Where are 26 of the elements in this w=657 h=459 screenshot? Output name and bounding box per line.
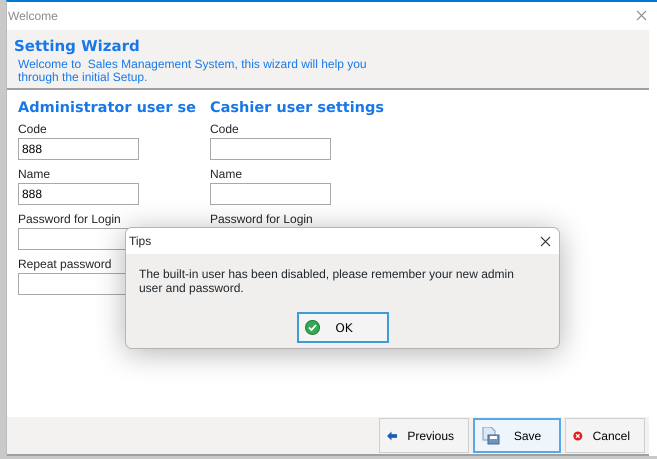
dialog-title: Tips [129, 233, 152, 250]
window-title: Welcome [8, 8, 58, 24]
save-button[interactable]: Save [473, 418, 561, 453]
input-field[interactable]: 888 [18, 138, 139, 160]
previous-button[interactable]: Previous [379, 418, 469, 453]
cancel-button[interactable]: Cancel [565, 418, 645, 453]
save-icon [482, 426, 500, 444]
field-label: Name [210, 168, 242, 182]
field-label: Password for Login [210, 213, 313, 226]
field-label: Code [18, 123, 47, 136]
wizard-description: Welcome to Sales Management System, this wizard will help you through the initial Setup. [18, 58, 368, 84]
input-field[interactable] [210, 138, 331, 160]
left-arrow-icon [387, 428, 398, 442]
close-icon[interactable] [540, 236, 551, 246]
dialog-message: The built-in user has been disabled, please remember your new admin user and password. [139, 267, 515, 295]
wizard-title: Setting Wizard [14, 37, 141, 55]
check-icon [304, 320, 320, 335]
section-title: Administrator user se [18, 100, 198, 118]
input-field[interactable] [210, 183, 331, 206]
field-label: Repeat password [18, 258, 112, 272]
input-field[interactable]: 888 [18, 183, 139, 206]
section-title: Cashier user settings [210, 100, 385, 118]
ok-button[interactable]: OK [296, 312, 388, 343]
field-label: Password for Login [18, 213, 121, 226]
field-label: Code [210, 123, 239, 136]
field-label: Name [18, 168, 50, 182]
